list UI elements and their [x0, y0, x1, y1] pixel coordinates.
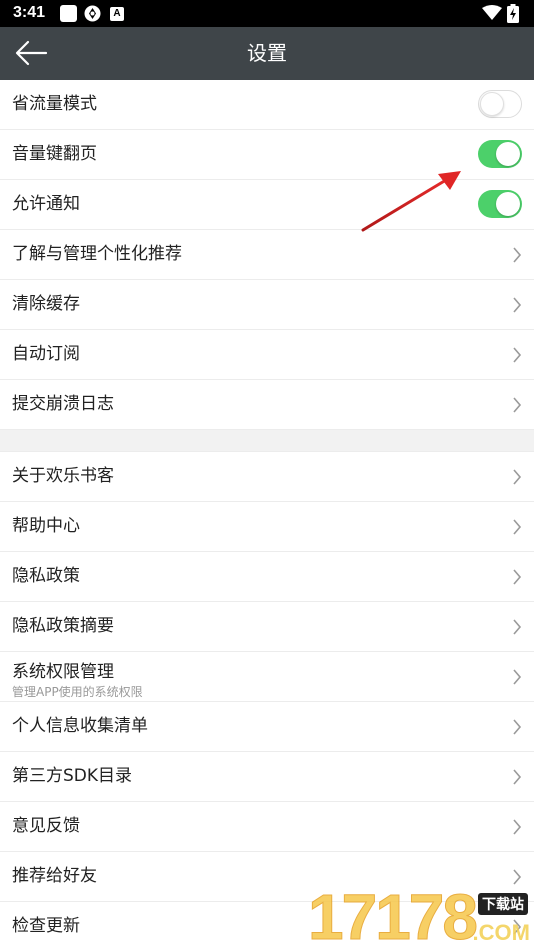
- settings-row-label: 关于欢乐书客: [12, 466, 114, 486]
- settings-row-label: 第三方SDK目录: [12, 766, 133, 786]
- settings-row[interactable]: 提交崩溃日志: [0, 380, 534, 430]
- toggle-knob: [496, 192, 520, 216]
- settings-group-general: 省流量模式音量键翻页允许通知了解与管理个性化推荐 清除缓存自动订阅提交崩溃日志: [0, 80, 534, 430]
- chevron-right-icon: [513, 619, 522, 635]
- settings-row[interactable]: 隐私政策摘要: [0, 602, 534, 652]
- settings-row-label: 个人信息收集清单: [12, 716, 148, 736]
- settings-row-label: 自动订阅: [12, 344, 80, 364]
- settings-row-label: 意见反馈: [12, 816, 80, 836]
- chevron-right-icon: [513, 347, 522, 363]
- settings-row-label: 隐私政策: [12, 566, 80, 586]
- watermark-domain: .COM: [472, 920, 530, 945]
- settings-row[interactable]: 系统权限管理管理APP使用的系统权限: [0, 652, 534, 702]
- chevron-right-icon: [513, 519, 522, 535]
- app-square-icon: [60, 5, 77, 22]
- settings-row[interactable]: 隐私政策: [0, 552, 534, 602]
- chevron-right-icon: [513, 719, 522, 735]
- battery-charging-icon: [507, 4, 519, 23]
- a-letter-icon: A: [110, 7, 124, 21]
- settings-row-label: 清除缓存: [12, 294, 80, 314]
- chevron-right-icon: [513, 669, 522, 685]
- settings-row[interactable]: 帮助中心: [0, 502, 534, 552]
- toggle-switch[interactable]: [478, 90, 522, 118]
- settings-row-sublabel: 管理APP使用的系统权限: [12, 685, 143, 699]
- status-time: 3:41: [13, 4, 46, 21]
- chevron-right-icon: [513, 397, 522, 413]
- toggle-switch[interactable]: [478, 140, 522, 168]
- section-divider: [0, 430, 534, 452]
- annotation-arrow-icon: [361, 171, 461, 232]
- wifi-icon: [482, 5, 502, 20]
- watermark-badge: 下载站: [478, 893, 528, 915]
- settings-row[interactable]: 清除缓存: [0, 280, 534, 330]
- settings-row[interactable]: 第三方SDK目录: [0, 752, 534, 802]
- chevron-right-icon: [513, 247, 522, 263]
- chevron-right-icon: [513, 569, 522, 585]
- vpn-circle-icon: [84, 5, 101, 22]
- chevron-right-icon: [513, 297, 522, 313]
- toggle-knob: [480, 92, 504, 116]
- settings-row-label: 提交崩溃日志: [12, 394, 114, 414]
- watermark-digits: 17178: [308, 881, 479, 950]
- settings-row-label: 允许通知: [12, 194, 80, 214]
- settings-row-label: 省流量模式: [12, 94, 97, 114]
- settings-row-label: 系统权限管理: [12, 662, 114, 682]
- settings-row-label: 隐私政策摘要: [12, 616, 114, 636]
- settings-row[interactable]: 个人信息收集清单: [0, 702, 534, 752]
- site-watermark: 17178 下载站 .COM: [308, 881, 534, 950]
- settings-row-label: 了解与管理个性化推荐: [12, 244, 182, 264]
- settings-row[interactable]: 自动订阅: [0, 330, 534, 380]
- chevron-right-icon: [513, 819, 522, 835]
- settings-row-label: 检查更新: [12, 916, 80, 936]
- settings-row-label: 帮助中心: [12, 516, 80, 536]
- settings-row[interactable]: 意见反馈: [0, 802, 534, 852]
- toggle-switch[interactable]: [478, 190, 522, 218]
- chevron-right-icon: [513, 469, 522, 485]
- chevron-right-icon: [513, 869, 522, 885]
- page-title: 设置: [247, 41, 287, 65]
- settings-row-label: 推荐给好友: [12, 866, 97, 886]
- settings-row[interactable]: 关于欢乐书客: [0, 452, 534, 502]
- settings-group-info: 关于欢乐书客 帮助中心隐私政策隐私政策摘要 系统权限管理管理APP使用的系统权限个人…: [0, 452, 534, 950]
- toggle-knob: [496, 142, 520, 166]
- settings-row-label: 音量键翻页: [12, 144, 97, 164]
- chevron-right-icon: [513, 769, 522, 785]
- settings-row[interactable]: 了解与管理个性化推荐: [0, 230, 534, 280]
- app-bar: 设置: [0, 27, 534, 80]
- settings-row[interactable]: 省流量模式: [0, 80, 534, 130]
- status-bar: 3:41 A: [0, 0, 534, 27]
